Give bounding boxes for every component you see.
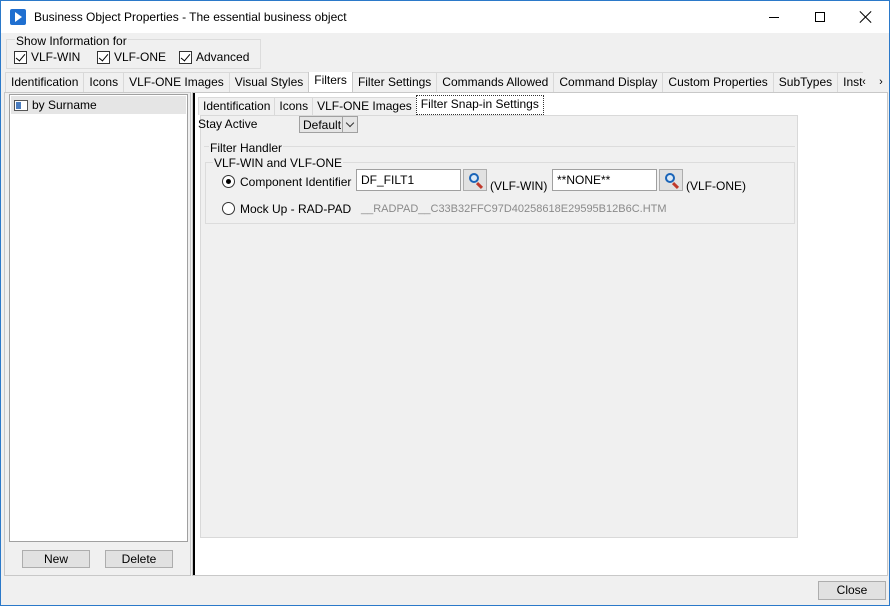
chevron-down-icon[interactable] xyxy=(342,117,357,132)
tab-icons[interactable]: Icons xyxy=(83,72,125,92)
filter-list-panel: by Surname New Delete xyxy=(4,92,191,576)
show-info-group: Show Information for VLF-WIN VLF-ONE Adv… xyxy=(6,34,261,69)
tab-vlf-one-images[interactable]: VLF-ONE Images xyxy=(123,72,230,92)
vlf-one-tag: (VLF-ONE) xyxy=(686,179,746,193)
show-info-legend: Show Information for xyxy=(15,34,128,48)
vlf-win-component-input[interactable]: DF_FILT1 xyxy=(356,169,461,191)
delete-button[interactable]: Delete xyxy=(105,550,173,568)
title-bar: Business Object Properties - The essenti… xyxy=(1,1,889,33)
close-button[interactable]: Close xyxy=(818,581,886,600)
vlf-one-lookup-button[interactable] xyxy=(659,169,683,191)
mockup-label: Mock Up - RAD-PAD xyxy=(240,202,352,216)
properties-window: Business Object Properties - The essenti… xyxy=(0,0,890,606)
filter-icon xyxy=(14,99,28,111)
subtab-identification[interactable]: Identification xyxy=(198,97,276,115)
checkbox-label: Advanced xyxy=(196,50,250,64)
top-tab-strip: Identification Icons VLF-ONE Images Visual … xyxy=(5,72,863,92)
tab-commands-allowed[interactable]: Commands Allowed xyxy=(436,72,555,92)
subtab-filter-snapin-settings[interactable]: Filter Snap-in Settings xyxy=(415,95,544,115)
vlf-group-legend: VLF-WIN and VLF-ONE xyxy=(213,156,344,170)
search-icon-handle xyxy=(475,181,484,190)
tab-scroll-right-icon[interactable]: › xyxy=(875,75,887,89)
checkbox-box[interactable] xyxy=(97,50,110,64)
checkbox-advanced[interactable]: Advanced xyxy=(179,50,249,64)
search-icon-handle xyxy=(671,181,680,190)
vlf-win-tag: (VLF-WIN) xyxy=(490,179,548,193)
mockup-radio[interactable] xyxy=(222,202,235,215)
mockup-file-name: __RADPAD__C33B32FFC97D40258618E29595B12B… xyxy=(361,203,667,215)
subtab-icons[interactable]: Icons xyxy=(274,97,314,115)
maximize-icon xyxy=(815,12,825,22)
tab-filters[interactable]: Filters xyxy=(308,72,353,92)
checkbox-box[interactable] xyxy=(179,50,192,64)
minimize-icon xyxy=(769,16,779,18)
checkbox-label: VLF-WIN xyxy=(31,50,81,64)
filter-handler-legend: Filter Handler xyxy=(209,141,284,155)
sub-tab-strip: Identification Icons VLF-ONE Images Filter … xyxy=(198,95,544,115)
tab-visual-styles[interactable]: Visual Styles xyxy=(228,72,310,92)
checkbox-vlf-one[interactable]: VLF-ONE xyxy=(97,50,166,64)
subtab-vlf-one-images[interactable]: VLF-ONE Images xyxy=(312,97,417,115)
tab-identification[interactable]: Identification xyxy=(5,72,85,92)
list-item[interactable]: by Surname xyxy=(11,96,186,114)
stay-active-select[interactable]: Default xyxy=(299,116,358,133)
new-button[interactable]: New xyxy=(22,550,90,568)
component-identifier-label: Component Identifier xyxy=(240,175,352,189)
maximize-button[interactable] xyxy=(797,1,843,33)
checkbox-label: VLF-ONE xyxy=(114,50,167,64)
list-item-label: by Surname xyxy=(32,98,97,112)
tab-custom-properties[interactable]: Custom Properties xyxy=(662,72,774,92)
close-window-button[interactable] xyxy=(843,1,889,33)
checkbox-box[interactable] xyxy=(14,50,27,64)
window-title: Business Object Properties - The essenti… xyxy=(34,10,347,24)
tab-scroll-left-icon[interactable]: ‹ xyxy=(858,75,870,89)
filter-list[interactable]: by Surname xyxy=(9,94,188,542)
stay-active-value: Default xyxy=(303,118,342,132)
app-icon xyxy=(10,9,26,25)
close-icon xyxy=(860,11,872,23)
vlf-one-component-input[interactable]: **NONE** xyxy=(552,169,657,191)
tab-command-display[interactable]: Command Display xyxy=(553,72,664,92)
checkbox-vlf-win[interactable]: VLF-WIN xyxy=(14,50,80,64)
tab-subtypes[interactable]: SubTypes xyxy=(772,72,839,92)
minimize-button[interactable] xyxy=(751,1,797,33)
tab-filter-settings[interactable]: Filter Settings xyxy=(351,72,438,92)
stay-active-label: Stay Active xyxy=(198,117,258,131)
component-identifier-radio[interactable] xyxy=(222,175,235,188)
vlf-win-lookup-button[interactable] xyxy=(463,169,487,191)
